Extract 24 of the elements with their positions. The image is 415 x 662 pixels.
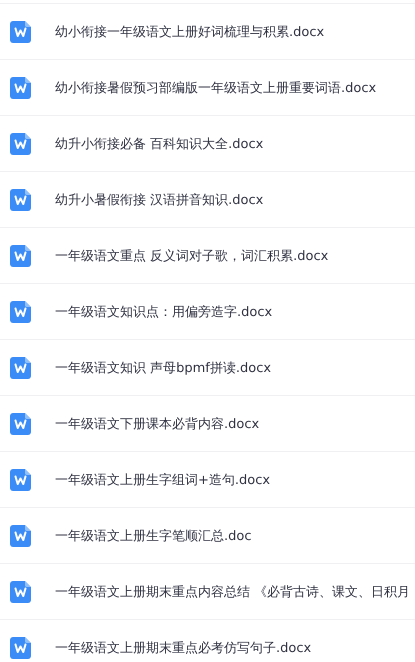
file-name[interactable]: 幼升小暑假衔接 汉语拼音知识.docx (55, 190, 264, 208)
word-document-icon (10, 132, 31, 154)
file-name[interactable]: 幼升小衔接必备 百科知识大全.docx (55, 134, 264, 152)
file-name[interactable]: 一年级语文上册期末重点内容总结 《必背古诗、课文、日积月 (55, 582, 410, 600)
word-document-icon (10, 412, 31, 434)
file-name[interactable]: 幼小衔接一年级语文上册好词梳理与积累.docx (55, 22, 324, 40)
word-document-icon (10, 356, 31, 378)
file-name[interactable]: 一年级语文上册生字组词+造句.docx (55, 470, 270, 488)
word-document-icon (10, 580, 31, 602)
word-document-icon (10, 636, 31, 658)
file-name[interactable]: 幼小衔接暑假预习部编版一年级语文上册重要词语.docx (55, 78, 376, 96)
word-document-icon (10, 524, 31, 546)
file-name[interactable]: 一年级语文知识点：用偏旁造字.docx (55, 302, 272, 320)
word-document-icon (10, 20, 31, 42)
file-name[interactable]: 一年级语文上册生字笔顺汇总.doc (55, 526, 252, 544)
word-document-icon (10, 244, 31, 266)
file-name[interactable]: 一年级语文知识 声母bpmf拼读.docx (55, 358, 272, 376)
word-document-icon (10, 76, 31, 98)
file-name[interactable]: 一年级语文下册课本必背内容.docx (55, 414, 260, 432)
file-name[interactable]: 一年级语文上册期末重点必考仿写句子.docx (55, 638, 312, 656)
word-document-icon (10, 188, 31, 210)
word-document-icon (10, 300, 31, 322)
file-name[interactable]: 一年级语文重点 反义词对子歌，词汇积累.docx (55, 246, 328, 264)
word-document-icon (10, 468, 31, 490)
